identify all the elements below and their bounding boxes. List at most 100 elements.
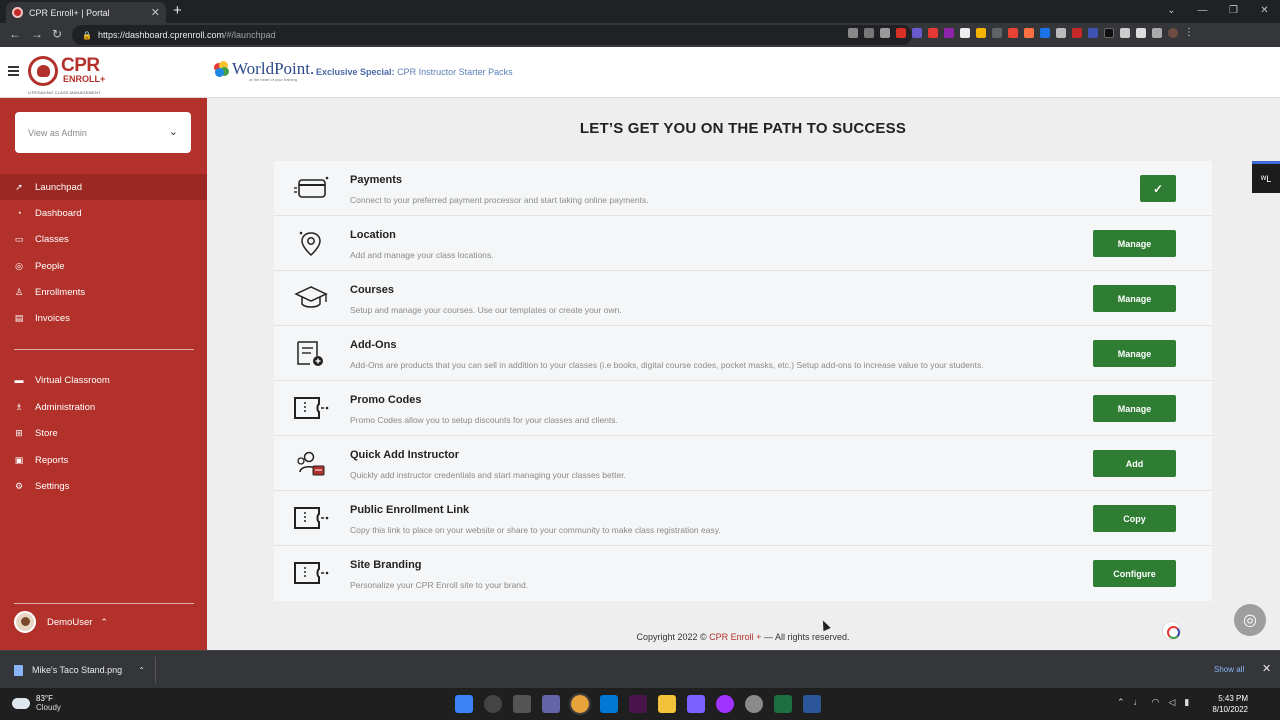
slack-icon[interactable]: [629, 695, 647, 713]
extension-icon[interactable]: [896, 28, 906, 38]
tab-close-icon[interactable]: ✕: [151, 6, 160, 19]
close-download-bar-icon[interactable]: ✕: [1262, 662, 1271, 675]
sidebar-item-classes[interactable]: ▭ Classes: [0, 226, 207, 252]
sidebar-item-dashboard[interactable]: ◔ Dashboard: [0, 200, 207, 226]
extension-icon[interactable]: [1104, 28, 1114, 38]
puzzle-icon[interactable]: [1136, 28, 1146, 38]
hamburger-menu-icon[interactable]: [8, 66, 19, 78]
chevron-up-icon[interactable]: ⌃: [1117, 697, 1125, 708]
loading-widget-icon[interactable]: [1162, 621, 1181, 640]
browser-toolbar: ← → ↻ 🔒 https://dashboard.cprenroll.com …: [0, 23, 1280, 47]
extension-icon[interactable]: [928, 28, 938, 38]
back-icon[interactable]: ←: [9, 27, 21, 41]
extension-icon[interactable]: [960, 28, 970, 38]
sidebar-item-settings[interactable]: ⚙ Settings: [0, 473, 207, 499]
show-all-downloads-button[interactable]: Show all: [1214, 665, 1244, 674]
sidebar-item-invoices[interactable]: ▤ Invoices: [0, 305, 207, 331]
battery-icon[interactable]: ▮: [1184, 697, 1189, 708]
courses-manage-button[interactable]: Manage: [1093, 285, 1176, 312]
sidebar-item-virtual-classroom[interactable]: ▬ Virtual Classroom: [0, 367, 207, 393]
download-item[interactable]: Mike's Taco Stand.png ⌃: [6, 657, 156, 683]
weather-condition: Cloudy: [36, 703, 61, 712]
system-clock[interactable]: 5:43 PM 8/10/2022: [1212, 693, 1248, 715]
sidebar-item-administration[interactable]: ♗ Administration: [0, 394, 207, 420]
sidebar-item-label: People: [35, 260, 65, 272]
cpr-enroll-logo[interactable]: CPR ENROLL+ LIFESAVING CLASS MANAGEMENT: [28, 54, 110, 95]
camera-icon[interactable]: [848, 28, 858, 38]
extension-icon[interactable]: [976, 28, 986, 38]
star-icon[interactable]: [880, 28, 890, 38]
skype-icon[interactable]: [600, 695, 618, 713]
chrome-icon[interactable]: [569, 693, 591, 715]
app-icon[interactable]: [687, 695, 705, 713]
search-icon[interactable]: [484, 695, 502, 713]
minimize-icon[interactable]: —: [1187, 0, 1218, 23]
extension-icon[interactable]: [944, 28, 954, 38]
extension-icon[interactable]: [1024, 28, 1034, 38]
row-title: Quick Add Instructor: [350, 449, 459, 461]
footer-rights: — All rights reserved.: [763, 632, 850, 642]
microphone-icon[interactable]: ♩: [1134, 697, 1143, 708]
extension-icon[interactable]: [992, 28, 1002, 38]
taskbar-apps: [455, 693, 821, 715]
extension-icon[interactable]: [1008, 28, 1018, 38]
payments-check-button[interactable]: ✓: [1140, 175, 1176, 202]
row-description: Connect to your preferred payment proces…: [350, 195, 649, 205]
extension-icon[interactable]: [1120, 28, 1130, 38]
weather-temp: 83°F: [36, 694, 53, 703]
sidebar-item-enrollments[interactable]: ♙ Enrollments: [0, 279, 207, 305]
sidebar-item-people[interactable]: ◎ People: [0, 253, 207, 279]
configure-branding-button[interactable]: Configure: [1093, 560, 1176, 587]
wifi-icon[interactable]: ◠: [1152, 697, 1160, 708]
windows-start-icon[interactable]: [455, 695, 473, 713]
chevron-up-icon[interactable]: ⌃: [138, 666, 145, 675]
restore-icon[interactable]: ❐: [1218, 0, 1249, 23]
profile-icon[interactable]: [1168, 28, 1178, 38]
extension-icon[interactable]: [1088, 28, 1098, 38]
excel-icon[interactable]: [774, 695, 792, 713]
share-icon[interactable]: [864, 28, 874, 38]
tab-search-icon[interactable]: ⌄: [1156, 0, 1187, 23]
file-explorer-icon[interactable]: [658, 695, 676, 713]
location-manage-button[interactable]: Manage: [1093, 230, 1176, 257]
worldpoint-logo[interactable]: WorldPoint. at the heart of your training: [214, 60, 314, 83]
extension-icon[interactable]: [912, 28, 922, 38]
footer-brand-link[interactable]: CPR Enroll +: [709, 632, 761, 642]
sidepanel-icon[interactable]: [1152, 28, 1162, 38]
promo-text: CPR Instructor Starter Packs: [397, 67, 513, 77]
copy-link-button[interactable]: Copy: [1093, 505, 1176, 532]
more-icon[interactable]: ⋮: [1184, 28, 1194, 38]
row-title: Public Enrollment Link: [350, 504, 470, 516]
view-as-select[interactable]: View as Admin ⌄: [15, 112, 191, 153]
volume-icon[interactable]: ◁: [1168, 697, 1175, 708]
extension-icon[interactable]: [1072, 28, 1082, 38]
help-lifebuoy-icon[interactable]: ◎: [1234, 604, 1266, 636]
new-tab-icon[interactable]: +: [173, 2, 182, 19]
reload-icon[interactable]: ↻: [52, 27, 62, 41]
addons-manage-button[interactable]: Manage: [1093, 340, 1176, 367]
promo-banner[interactable]: Exclusive Special: CPR Instructor Starte…: [316, 67, 513, 77]
promo-codes-manage-button[interactable]: Manage: [1093, 395, 1176, 422]
footer-copyright: Copyright 2022 ©: [636, 632, 707, 642]
browser-tab[interactable]: CPR Enroll+ | Portal ✕: [6, 2, 166, 23]
avatar: [14, 611, 36, 633]
window-close-icon[interactable]: ✕: [1249, 0, 1280, 23]
extension-sidebar-icon[interactable]: ᵂL: [1252, 161, 1280, 193]
weather-widget[interactable]: 83°F Cloudy: [12, 694, 61, 712]
invoice-icon: ▤: [14, 312, 24, 323]
add-instructor-button[interactable]: Add: [1093, 450, 1176, 477]
user-menu[interactable]: DemoUser ⌃: [14, 611, 108, 633]
sidebar-item-reports[interactable]: ▣ Reports: [0, 447, 207, 473]
address-bar[interactable]: 🔒 https://dashboard.cprenroll.com /#/lau…: [72, 25, 912, 45]
teams-chat-icon[interactable]: [542, 695, 560, 713]
settings-app-icon[interactable]: [745, 695, 763, 713]
word-icon[interactable]: [803, 695, 821, 713]
messenger-icon[interactable]: [716, 695, 734, 713]
sidebar-item-store[interactable]: ⊞ Store: [0, 420, 207, 446]
sidebar-item-launchpad[interactable]: ➚ Launchpad: [0, 174, 207, 200]
extension-icon[interactable]: [1040, 28, 1050, 38]
browser-tabbar: CPR Enroll+ | Portal ✕ + ⌄ — ❐ ✕: [0, 0, 1280, 23]
extension-icon[interactable]: [1056, 28, 1066, 38]
task-view-icon[interactable]: [513, 695, 531, 713]
forward-icon[interactable]: →: [31, 27, 43, 41]
